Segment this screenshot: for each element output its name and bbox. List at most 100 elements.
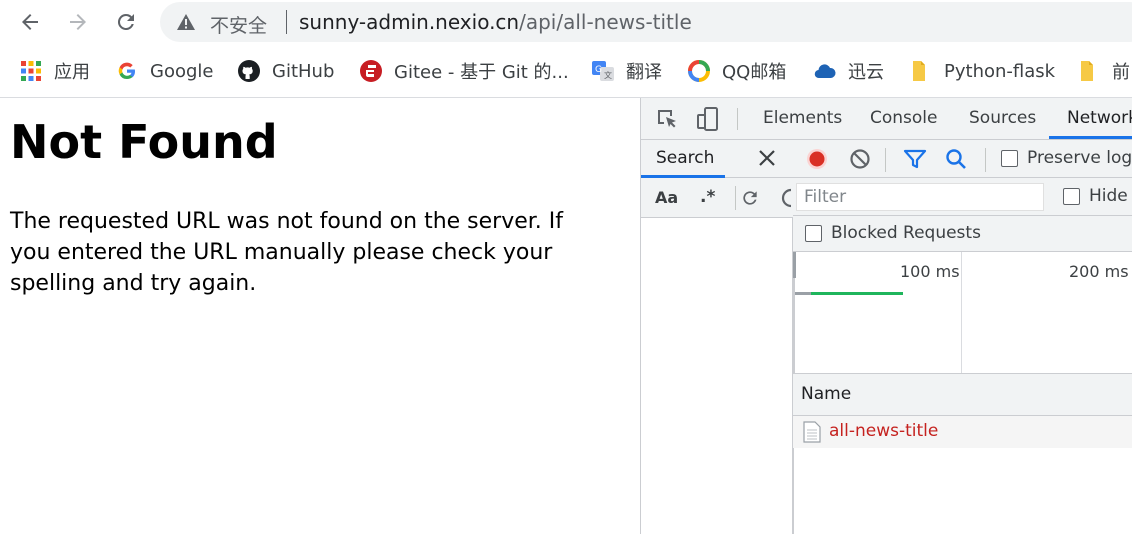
- search-tab-label[interactable]: Search: [656, 148, 714, 168]
- preserve-log-checkbox[interactable]: Preserve log: [1001, 148, 1132, 168]
- address-bar[interactable]: 不安全 sunny-admin.nexio.cn/api/all-news-ti…: [160, 2, 1132, 42]
- svg-text:文: 文: [604, 70, 612, 80]
- bookmark-apps[interactable]: 应用: [20, 57, 90, 85]
- gitee-icon: [360, 60, 382, 82]
- cloud-icon: [814, 60, 836, 82]
- page-content: Not Found The requested URL was not foun…: [0, 98, 640, 534]
- refresh-icon[interactable]: [740, 188, 760, 208]
- bookmark-folder-front[interactable]: 前: [1078, 57, 1130, 85]
- search-toolbar: Aa .*: [641, 178, 793, 218]
- toolbar-separator: [735, 186, 736, 210]
- hide-label: Hide: [1089, 186, 1128, 206]
- network-panel: Preserve log Hide Blocked Requests 100 m…: [793, 140, 1132, 534]
- reload-button[interactable]: [110, 6, 142, 38]
- reload-icon: [117, 13, 134, 30]
- security-label[interactable]: 不安全: [210, 11, 267, 38]
- translate-icon: G文: [592, 60, 614, 82]
- tab-console[interactable]: Console: [870, 108, 938, 128]
- request-waiting-bar: [795, 292, 811, 295]
- back-button[interactable]: [14, 6, 46, 38]
- toolbar-separator: [885, 148, 886, 172]
- bookmark-cloud[interactable]: 迅云: [814, 57, 884, 85]
- inspect-element-icon[interactable]: [656, 108, 678, 130]
- forward-button[interactable]: [62, 6, 94, 38]
- filter-input-wrapper: [796, 183, 1044, 211]
- clear-search-icon[interactable]: [781, 188, 793, 208]
- requests-table-body: [793, 448, 1132, 534]
- error-message: The requested URL was not found on the s…: [10, 209, 564, 296]
- url-host: sunny-admin.nexio.cn: [299, 10, 520, 34]
- devtools-tabbar: Elements Console Sources Network: [641, 98, 1132, 140]
- tab-sources[interactable]: Sources: [969, 108, 1036, 128]
- folder-icon: [1078, 60, 1100, 82]
- bookmark-label: Gitee - 基于 Git 的...: [394, 62, 569, 83]
- back-arrow-icon: [22, 14, 38, 30]
- match-case-button[interactable]: Aa: [655, 188, 678, 207]
- column-name[interactable]: Name: [801, 384, 851, 404]
- bookmark-google[interactable]: Google: [116, 57, 213, 85]
- bookmark-label: Google: [150, 60, 214, 82]
- tab-elements[interactable]: Elements: [763, 108, 842, 128]
- bookmark-translate[interactable]: G文 翻译: [592, 57, 662, 85]
- filter-icon[interactable]: [903, 149, 927, 169]
- blocked-requests-label: Blocked Requests: [831, 223, 981, 243]
- url-path: /api/all-news-title: [519, 10, 692, 34]
- blocked-requests-bar: Blocked Requests: [793, 216, 1132, 252]
- search-panel-header: Search: [641, 140, 793, 178]
- bookmark-python-flask[interactable]: Python-flask: [910, 57, 1055, 85]
- request-download-bar: [811, 292, 903, 295]
- browser-toolbar: 不安全 sunny-admin.nexio.cn/api/all-news-ti…: [0, 0, 1132, 44]
- table-row[interactable]: all-news-title: [793, 416, 1132, 448]
- svg-text:G: G: [595, 65, 602, 75]
- document-icon: [803, 421, 821, 443]
- checkbox[interactable]: [1001, 149, 1018, 167]
- toolbar-separator: [985, 148, 986, 172]
- bookmarks-bar: 应用 Google GitHub Gitee - 基于 Git 的... G文 …: [0, 50, 1132, 92]
- active-tab-indicator: [1049, 136, 1132, 139]
- bookmark-qq-mail[interactable]: QQ邮箱: [688, 57, 786, 85]
- page-title: Not Found: [10, 115, 278, 169]
- clear-icon[interactable]: [849, 148, 871, 170]
- preserve-log-label: Preserve log: [1027, 148, 1132, 168]
- network-toolbar: Preserve log: [793, 140, 1132, 178]
- bookmark-github[interactable]: GitHub: [238, 57, 334, 85]
- request-name[interactable]: all-news-title: [829, 421, 938, 441]
- bookmark-gitee[interactable]: Gitee - 基于 Git 的...: [360, 57, 569, 85]
- network-overview-timeline[interactable]: 100 ms 200 ms: [793, 252, 1132, 374]
- hide-data-urls-checkbox[interactable]: Hide: [1063, 186, 1128, 206]
- forward-arrow-icon: [70, 14, 86, 30]
- filter-input[interactable]: [797, 184, 1037, 210]
- timeline-gridline: [961, 252, 962, 373]
- checkbox[interactable]: [1063, 187, 1080, 205]
- omnibox-separator: [286, 10, 287, 34]
- timeline-tick: 100 ms: [900, 262, 960, 281]
- bookmark-label: 前: [1112, 62, 1130, 83]
- record-icon[interactable]: [805, 147, 829, 171]
- tab-separator: [737, 108, 738, 130]
- apps-grid-icon: [20, 60, 42, 82]
- bookmark-label: 迅云: [848, 62, 884, 83]
- blocked-requests-checkbox[interactable]: Blocked Requests: [805, 223, 981, 243]
- folder-icon: [910, 60, 932, 82]
- regex-button[interactable]: .*: [700, 187, 715, 207]
- bookmark-label: QQ邮箱: [722, 62, 787, 83]
- tab-network[interactable]: Network: [1067, 108, 1132, 128]
- close-icon[interactable]: [757, 148, 777, 168]
- requests-table-header: Name: [793, 374, 1132, 416]
- filter-bar: Hide: [793, 178, 1132, 216]
- search-icon[interactable]: [945, 148, 967, 170]
- bookmark-label: Python-flask: [944, 60, 1056, 82]
- search-panel: Search Aa .*: [641, 140, 793, 534]
- bookmark-label: 应用: [54, 62, 90, 83]
- bookmark-label: 翻译: [626, 62, 662, 83]
- qq-mail-icon: [688, 60, 710, 82]
- device-toolbar-icon[interactable]: [697, 106, 719, 132]
- devtools-panel: Elements Console Sources Network Search …: [640, 98, 1132, 534]
- github-icon: [238, 60, 260, 82]
- bookmark-label: GitHub: [272, 60, 335, 82]
- url-text[interactable]: sunny-admin.nexio.cn/api/all-news-title: [299, 10, 692, 34]
- warning-triangle-icon[interactable]: [176, 13, 196, 31]
- google-icon: [116, 60, 138, 82]
- timeline-tick: 200 ms: [1069, 262, 1129, 281]
- checkbox[interactable]: [805, 224, 822, 242]
